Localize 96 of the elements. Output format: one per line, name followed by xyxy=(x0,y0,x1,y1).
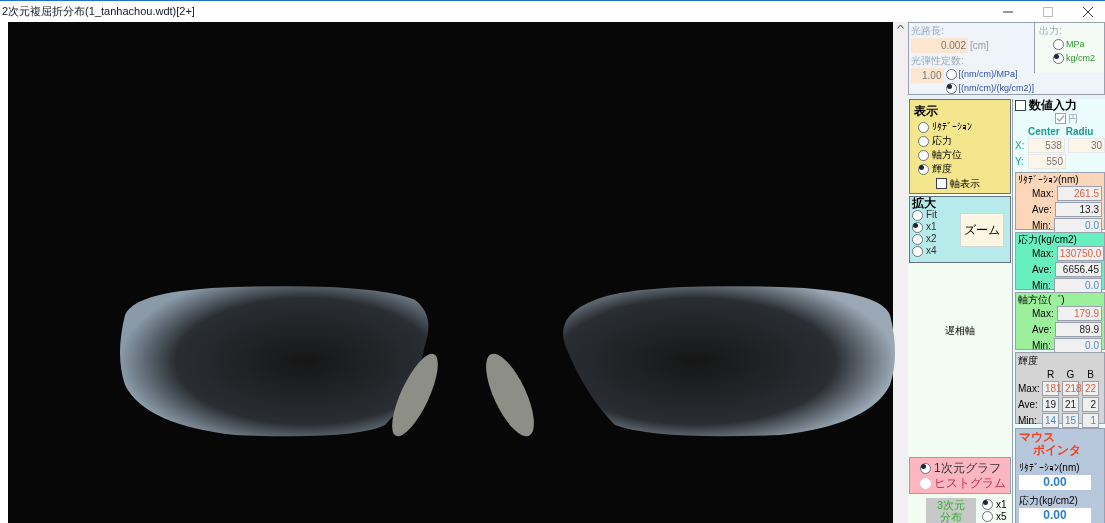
radio-button[interactable] xyxy=(912,233,923,245)
row-label: Ave: xyxy=(1032,263,1052,276)
checkbox[interactable] xyxy=(936,178,947,189)
value-field: 15 xyxy=(1062,413,1079,428)
axis-label: Y: xyxy=(1015,155,1025,168)
option-label: Fit xyxy=(926,209,938,221)
input-field[interactable]: 0.002 xyxy=(911,38,968,53)
radio-button[interactable] xyxy=(918,135,929,147)
row-label: Min: xyxy=(1018,414,1038,427)
option-label: ヒストグラム xyxy=(934,475,1006,491)
radio-button[interactable] xyxy=(982,499,993,510)
row-label: Ave: xyxy=(1018,398,1039,411)
slow-axis-label: 遅相軸 xyxy=(945,323,975,338)
option-label: ﾘﾀﾃﾞｰｼｮﾝ xyxy=(932,120,972,134)
panel-title: マウス ポインタ xyxy=(1019,429,1081,457)
panel-title: 応力(kg/cm2) xyxy=(1018,233,1078,246)
unit-label: [cm] xyxy=(970,39,989,53)
input-field[interactable]: 538 xyxy=(1027,138,1065,153)
radio-button[interactable] xyxy=(1053,39,1064,51)
radio-button[interactable] xyxy=(918,149,929,161)
window-title: 2次元複屈折分布(1_tanhachou.wdt)[2+] xyxy=(1,4,196,20)
field-label: 出力: xyxy=(1039,24,1063,38)
row-label: Max: xyxy=(1032,187,1054,200)
option-label: x4 xyxy=(926,245,937,257)
checkbox[interactable] xyxy=(1015,100,1026,111)
field-label: 光弾性定数: xyxy=(911,54,965,68)
row-label: Min: xyxy=(1032,339,1051,352)
row-label: Ave: xyxy=(1032,323,1052,336)
value-field: 218 xyxy=(1062,381,1079,396)
column-header: Radiu xyxy=(1065,125,1094,138)
radio-button[interactable] xyxy=(920,462,931,474)
option-label: x5 xyxy=(996,510,1007,523)
field-label: 応力(kg/cm2) xyxy=(1019,494,1079,508)
radio-button[interactable] xyxy=(912,221,923,233)
value-field: 0.00 xyxy=(1019,475,1091,490)
radio-button[interactable] xyxy=(982,511,993,522)
close-icon[interactable] xyxy=(1083,6,1093,17)
row-label: Max: xyxy=(1032,247,1054,260)
value-field: 179.9 xyxy=(1056,306,1102,321)
value-field: 89.9 xyxy=(1054,322,1102,337)
column-header: G xyxy=(1065,369,1076,380)
value-field: 130750.0 xyxy=(1056,246,1105,261)
option-label: 輝度 xyxy=(932,162,952,176)
unit-option: MPa xyxy=(1066,38,1085,52)
radio-button[interactable] xyxy=(912,245,923,257)
panel-title: 軸方位(゜) xyxy=(1018,293,1066,306)
radio-button[interactable] xyxy=(918,121,929,133)
value-field: 0.00 xyxy=(1019,508,1091,523)
value-field: 19 xyxy=(1042,397,1059,412)
value-field: 181 xyxy=(1042,381,1059,396)
value-field: 261.5 xyxy=(1056,186,1102,201)
option-label: 軸表示 xyxy=(950,177,980,191)
radio-button[interactable] xyxy=(918,163,929,175)
column-header: R xyxy=(1045,369,1056,380)
unit-option: [(nm/cm)/(kg/cm2)] xyxy=(958,81,1034,95)
option-label: 円 xyxy=(1068,112,1078,125)
value-field: 13.3 xyxy=(1054,202,1102,217)
option-label: 応力 xyxy=(932,134,952,148)
value-field: 22 xyxy=(1082,381,1099,396)
scroll-up-icon[interactable] xyxy=(897,24,904,29)
row-label: Ave: xyxy=(1032,203,1052,216)
row-label: Min: xyxy=(1032,219,1051,232)
option-label: 軸方位 xyxy=(932,148,962,162)
value-field: 14 xyxy=(1042,413,1059,428)
unit-option: kg/cm2 xyxy=(1066,51,1095,65)
value-field: 2 xyxy=(1082,397,1099,412)
input-field[interactable]: 30 xyxy=(1067,138,1105,153)
option-label: x1 xyxy=(996,498,1007,511)
row-label: Min: xyxy=(1032,279,1051,292)
option-label: 数値入力 xyxy=(1029,99,1077,112)
field-label: 光路長: xyxy=(911,24,945,38)
input-field[interactable]: 1.00 xyxy=(911,68,944,83)
value-field: 21 xyxy=(1062,397,1079,412)
option-label: 1次元グラフ xyxy=(934,460,1001,476)
column-header: Center xyxy=(1028,125,1060,138)
radio-button[interactable] xyxy=(945,69,957,81)
radio-button[interactable] xyxy=(945,82,957,94)
radio-button[interactable] xyxy=(912,209,923,221)
zoom-button[interactable]: ズーム xyxy=(960,212,1004,247)
value-field: 6656.45 xyxy=(1054,262,1102,277)
axis-label: X: xyxy=(1015,139,1025,152)
value-field: 1 xyxy=(1082,413,1099,428)
radio-button[interactable] xyxy=(1053,52,1064,64)
input-field[interactable]: 550 xyxy=(1028,154,1066,169)
unit-option: [(nm/cm)/MPa] xyxy=(958,68,1018,82)
option-label: x2 xyxy=(926,233,937,245)
panel-title: 拡大 xyxy=(912,197,937,209)
panel-title: 輝度 xyxy=(1018,354,1039,368)
panel-title: 表示 xyxy=(914,103,939,120)
row-label: Max: xyxy=(1018,382,1039,395)
panel-title: ﾘﾀﾃﾞｰｼｮﾝ(nm) xyxy=(1018,173,1080,186)
column-header: B xyxy=(1086,369,1095,380)
checkbox[interactable] xyxy=(1055,113,1066,124)
option-label: x1 xyxy=(926,221,937,233)
field-label: ﾘﾀﾃﾞｰｼｮﾝ(nm) xyxy=(1019,461,1081,475)
row-label: Max: xyxy=(1032,307,1054,320)
